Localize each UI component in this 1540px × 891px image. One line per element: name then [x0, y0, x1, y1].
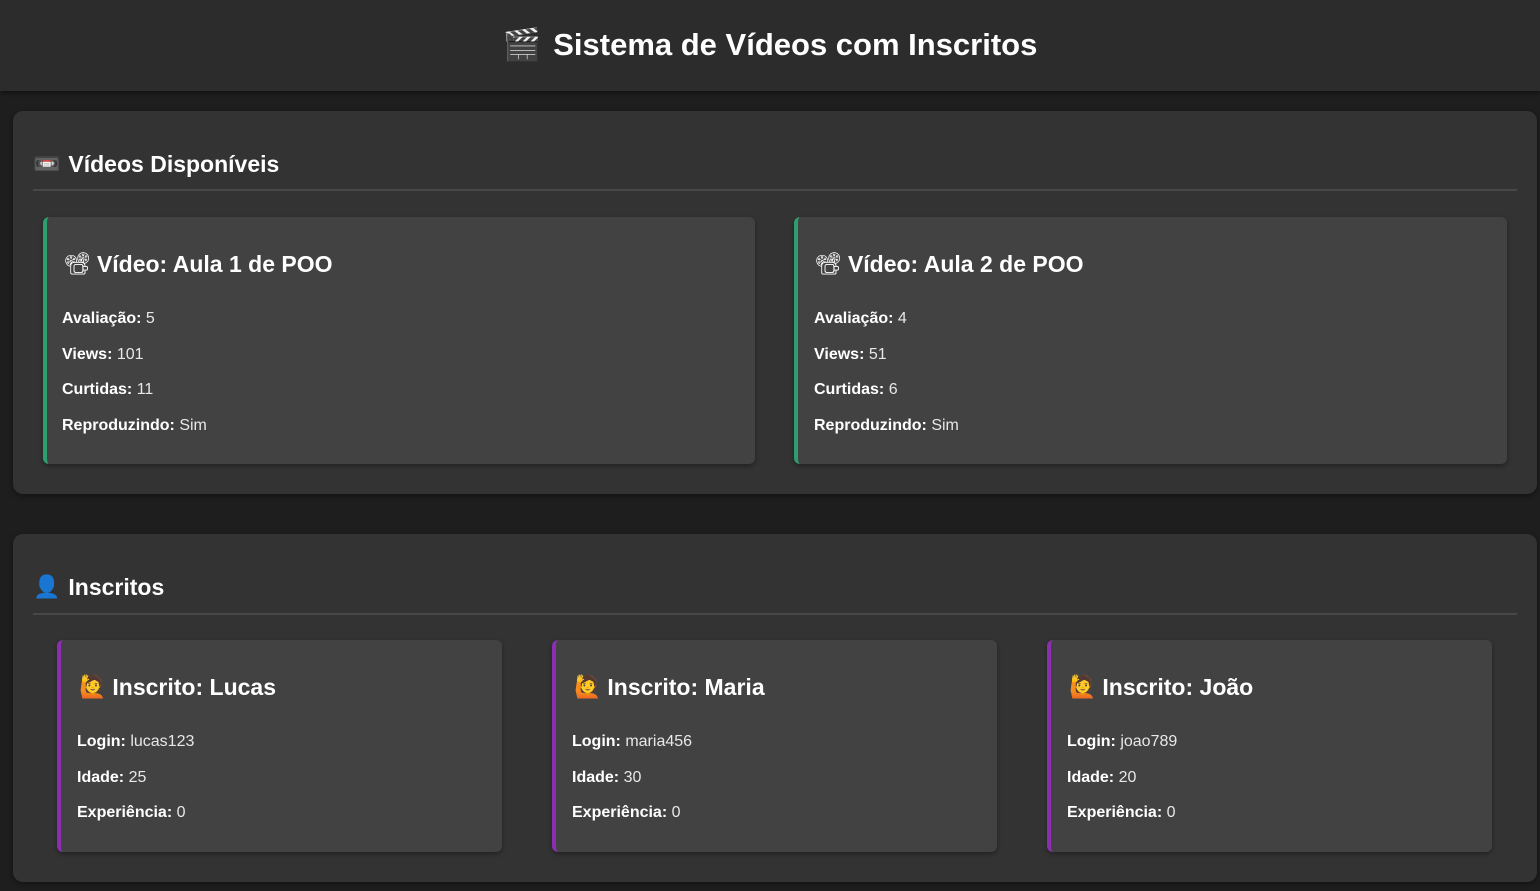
- subscriber-experience-label: Experiência:: [77, 804, 173, 821]
- video-playing-value: Sim: [179, 417, 207, 434]
- subscribers-section-title-text: Inscritos: [68, 574, 165, 600]
- subscriber-age-field: Idade: 20: [1067, 769, 1136, 787]
- video-likes-field: Curtidas: 6: [814, 381, 898, 399]
- subscriber-card-title: 🙋 Inscrito: João: [1069, 674, 1253, 701]
- subscriber-card: 🙋 Inscrito: Maria Login: maria456 Idade:…: [552, 640, 997, 852]
- video-rating-field: Avaliação: 5: [62, 310, 155, 328]
- video-card: 📽 Vídeo: Aula 1 de POO Avaliação: 5 View…: [43, 217, 755, 464]
- subscriber-experience-label: Experiência:: [1067, 804, 1163, 821]
- subscriber-login-field: Login: lucas123: [77, 733, 194, 751]
- subscriber-age-value: 25: [128, 769, 147, 786]
- video-playing-label: Reproduzindo:: [814, 417, 927, 434]
- video-card-title: 📽 Vídeo: Aula 2 de POO: [814, 251, 1084, 278]
- video-views-label: Views:: [62, 346, 113, 363]
- page-title: 🎬 Sistema de Vídeos com Inscritos: [502, 26, 1038, 64]
- subscriber-login-field: Login: maria456: [572, 733, 692, 751]
- page-title-text: Sistema de Vídeos com Inscritos: [553, 26, 1038, 62]
- subscriber-login-label: Login:: [77, 733, 126, 750]
- film-projector-icon: 📽: [63, 252, 91, 277]
- subscriber-login-value: maria456: [625, 733, 693, 750]
- videos-section-title-text: Vídeos Disponíveis: [68, 151, 280, 177]
- video-likes-label: Curtidas:: [814, 381, 885, 398]
- video-rating-label: Avaliação:: [814, 310, 894, 327]
- subscriber-login-label: Login:: [1067, 733, 1116, 750]
- video-playing-label: Reproduzindo:: [62, 417, 175, 434]
- video-views-value: 51: [868, 346, 887, 363]
- subscriber-card-title-text: Inscrito: Maria: [607, 674, 765, 700]
- video-likes-field: Curtidas: 11: [62, 381, 153, 399]
- video-views-value: 101: [116, 346, 144, 363]
- subscriber-card-title-text: Inscrito: João: [1102, 674, 1254, 700]
- video-card: 📽 Vídeo: Aula 2 de POO Avaliação: 4 View…: [794, 217, 1507, 464]
- subscriber-login-value: lucas123: [130, 733, 195, 750]
- subscriber-experience-field: Experiência: 0: [1067, 804, 1176, 822]
- subscriber-card: 🙋 Inscrito: Lucas Login: lucas123 Idade:…: [57, 640, 502, 852]
- subscriber-login-field: Login: joao789: [1067, 733, 1177, 751]
- subscriber-experience-field: Experiência: 0: [572, 804, 681, 822]
- raising-hand-icon: 🙋: [574, 675, 602, 700]
- subscribers-section-title: 👤 Inscritos: [33, 574, 164, 601]
- clapperboard-icon: 🎬: [502, 27, 542, 63]
- subscribers-panel: 👤 Inscritos 🙋 Inscrito: Lucas Login: luc…: [13, 534, 1537, 882]
- raising-hand-icon: 🙋: [1069, 675, 1097, 700]
- video-rating-field: Avaliação: 4: [814, 310, 907, 328]
- video-card-title-text: Vídeo: Aula 2 de POO: [847, 251, 1084, 277]
- person-icon: 👤: [33, 575, 61, 600]
- video-likes-value: 6: [888, 381, 898, 398]
- video-card-title: 📽 Vídeo: Aula 1 de POO: [63, 251, 333, 278]
- subscriber-age-field: Idade: 25: [77, 769, 146, 787]
- video-views-field: Views: 101: [62, 346, 144, 364]
- video-playing-field: Reproduzindo: Sim: [814, 417, 959, 435]
- video-views-label: Views:: [814, 346, 865, 363]
- videos-section-divider: [33, 189, 1517, 191]
- video-views-field: Views: 51: [814, 346, 887, 364]
- subscriber-login-value: joao789: [1120, 733, 1178, 750]
- video-rating-value: 4: [897, 310, 907, 327]
- videos-panel: 📼 Vídeos Disponíveis 📽 Vídeo: Aula 1 de …: [13, 111, 1537, 494]
- subscriber-card-title-text: Inscrito: Lucas: [112, 674, 277, 700]
- video-likes-value: 11: [136, 381, 154, 398]
- subscriber-card-title: 🙋 Inscrito: Maria: [574, 674, 765, 701]
- video-rating-label: Avaliação:: [62, 310, 142, 327]
- subscriber-card: 🙋 Inscrito: João Login: joao789 Idade: 2…: [1047, 640, 1492, 852]
- film-projector-icon: 📽: [814, 252, 842, 277]
- video-playing-field: Reproduzindo: Sim: [62, 417, 207, 435]
- videos-section-title: 📼 Vídeos Disponíveis: [33, 151, 279, 178]
- subscriber-age-value: 30: [623, 769, 642, 786]
- subscriber-experience-value: 0: [671, 804, 681, 821]
- page-header: 🎬 Sistema de Vídeos com Inscritos: [0, 0, 1540, 91]
- subscribers-section-divider: [33, 613, 1517, 615]
- subscriber-experience-label: Experiência:: [572, 804, 668, 821]
- videocassette-icon: 📼: [33, 152, 61, 177]
- subscriber-age-value: 20: [1118, 769, 1137, 786]
- subscriber-age-label: Idade:: [572, 769, 620, 786]
- raising-hand-icon: 🙋: [79, 675, 107, 700]
- subscriber-experience-value: 0: [176, 804, 186, 821]
- subscriber-experience-value: 0: [1166, 804, 1176, 821]
- subscriber-age-field: Idade: 30: [572, 769, 641, 787]
- subscriber-age-label: Idade:: [1067, 769, 1115, 786]
- subscriber-experience-field: Experiência: 0: [77, 804, 186, 822]
- subscriber-login-label: Login:: [572, 733, 621, 750]
- video-playing-value: Sim: [931, 417, 959, 434]
- subscriber-age-label: Idade:: [77, 769, 125, 786]
- video-card-title-text: Vídeo: Aula 1 de POO: [96, 251, 333, 277]
- subscriber-card-title: 🙋 Inscrito: Lucas: [79, 674, 276, 701]
- video-rating-value: 5: [145, 310, 155, 327]
- video-likes-label: Curtidas:: [62, 381, 133, 398]
